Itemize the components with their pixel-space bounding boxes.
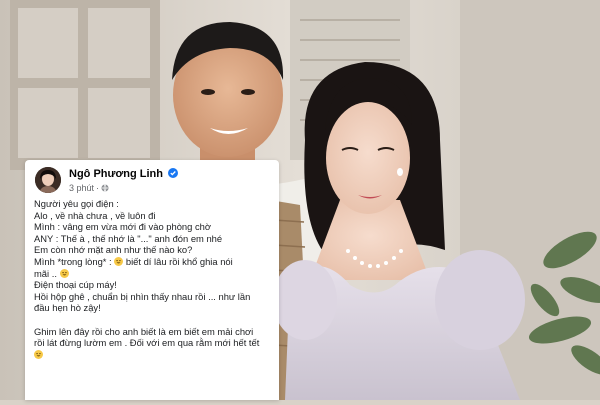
- grinning-emoji-icon: [114, 256, 124, 266]
- post-line: Người yêu gọi điện :: [34, 198, 119, 209]
- post-line-part: biết dí lâu rồi khổ ghia nói: [125, 255, 233, 267]
- post-line: Ghim lên đây rồi cho anh biết là em biết…: [34, 325, 254, 337]
- post-line: Điện thoại cúp máy!: [34, 279, 117, 291]
- post-body: Người yêu gọi điện : Alo , về nhà chưa ,…: [34, 198, 274, 360]
- avatar[interactable]: [35, 167, 61, 193]
- post-line: mãi ..: [34, 268, 274, 280]
- post-line-part: mãi ..: [34, 267, 57, 279]
- post-line: Em còn nhớ mặt anh như thế nào ko?: [34, 244, 193, 256]
- post-header: Ngô Phương Linh 3 phút ·: [35, 167, 269, 197]
- post-line-part: Mình *trong lòng* :: [34, 255, 112, 267]
- profile-photo: [35, 167, 61, 193]
- facebook-post-card: Ngô Phương Linh 3 phút · Người yêu gọi đi…: [25, 160, 279, 400]
- author-name-text: Ngô Phương Linh: [69, 168, 163, 180]
- post-line: ANY : Thế à , thế nhớ là "..." anh đón e…: [34, 232, 223, 244]
- post-meta: 3 phút ·: [69, 183, 109, 193]
- post-line: Hồi hộp ghê , chuẩn bị nhìn thấy nhau rồ…: [34, 290, 251, 302]
- verified-badge-icon: [168, 168, 179, 178]
- author-name[interactable]: Ngô Phương Linh: [69, 168, 179, 180]
- post-line: [34, 349, 274, 361]
- post-line: Mình : vâng em vừa mới đi vào phòng chờ: [34, 221, 211, 233]
- post-line: Mình *trong lòng* : biết dí lâu rồi khổ …: [34, 256, 274, 268]
- post-line: rồi lát đừng lườm em . Đối với em qua rằ…: [34, 337, 260, 349]
- globe-icon: [101, 184, 109, 192]
- grinning-emoji-icon: [34, 349, 43, 359]
- grinning-emoji-icon: [59, 268, 69, 278]
- post-time[interactable]: 3 phút: [69, 183, 94, 193]
- post-line: đầu hẹn hò zậy!: [34, 302, 101, 314]
- post-line: Alo , về nhà chưa , về luôn đi: [34, 209, 156, 221]
